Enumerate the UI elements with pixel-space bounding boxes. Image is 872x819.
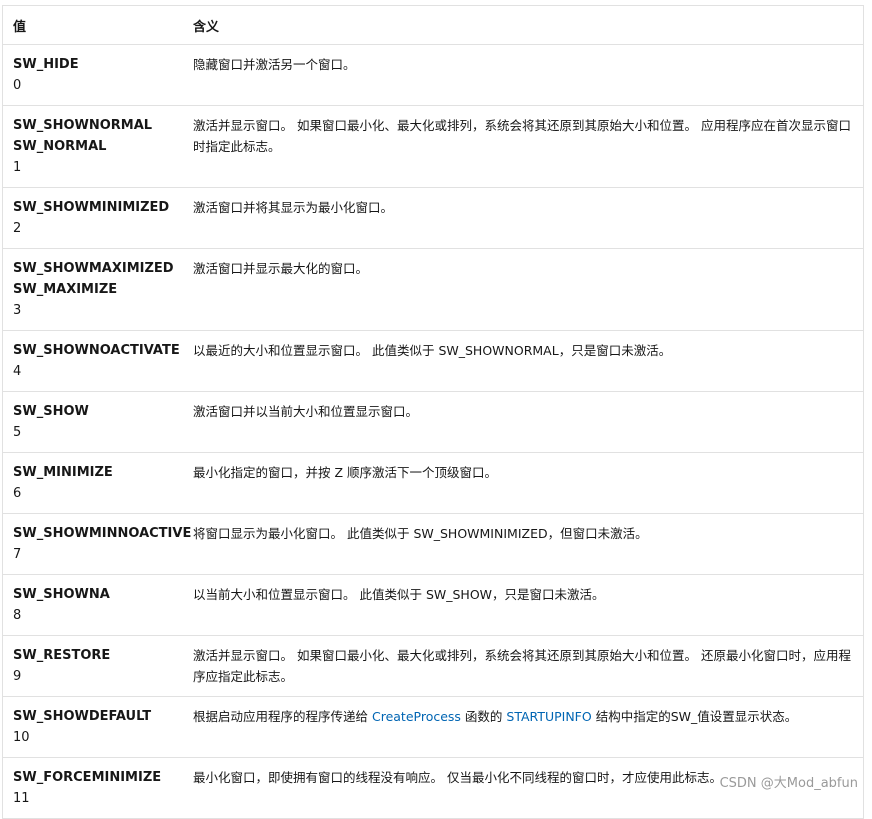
constant-name: SW_SHOWMAXIMIZED	[13, 260, 174, 276]
description-cell: 激活窗口并以当前大小和位置显示窗口。	[183, 391, 863, 453]
constant-value: 4	[13, 363, 22, 379]
constant-value: 2	[13, 220, 22, 236]
constant-name: SW_NORMAL	[13, 138, 107, 154]
constant-value: 0	[13, 77, 22, 93]
description-text: 以当前大小和位置显示窗口。 此值类似于 SW_SHOW，只是窗口未激活。	[193, 586, 605, 602]
table-row: SW_SHOWMAXIMIZED SW_MAXIMIZE 3 激活窗口并显示最大化的窗…	[3, 248, 863, 331]
constant-name: SW_SHOW	[13, 403, 89, 419]
description-cell: 激活窗口并显示最大化的窗口。	[183, 248, 863, 331]
description-text: 激活并显示窗口。 如果窗口最小化、最大化或排列，系统会将其还原到其原始大小和位置…	[193, 647, 851, 684]
constant-cell: SW_HIDE 0	[3, 44, 183, 106]
constant-value: 11	[13, 790, 30, 806]
table-row: SW_RESTORE 9 激活并显示窗口。 如果窗口最小化、最大化或排列，系统会将其…	[3, 635, 863, 697]
constant-cell: SW_SHOWDEFAULT 10	[3, 696, 183, 758]
table-row: SW_SHOWNORMAL SW_NORMAL 1 激活并显示窗口。 如果窗口最小化、…	[3, 105, 863, 188]
constant-name: SW_RESTORE	[13, 647, 111, 663]
column-header-meaning: 含义	[183, 6, 863, 45]
constant-name: SW_SHOWMINNOACTIVE	[13, 525, 192, 541]
constant-value: 1	[13, 159, 22, 175]
description-cell: 以当前大小和位置显示窗口。 此值类似于 SW_SHOW，只是窗口未激活。	[183, 574, 863, 636]
constant-cell: SW_MINIMIZE 6	[3, 452, 183, 514]
constant-value: 5	[13, 424, 22, 440]
constant-name: SW_MINIMIZE	[13, 464, 113, 480]
description-text: 结构中指定的SW_值设置显示状态。	[591, 708, 798, 724]
table-row: SW_SHOWNA 8 以当前大小和位置显示窗口。 此值类似于 SW_SHOW，只是…	[3, 574, 863, 636]
watermark: CSDN @大Mod_abfun	[719, 776, 858, 791]
description-text: 激活窗口并显示最大化的窗口。	[193, 260, 369, 276]
description-text: 最小化窗口，即使拥有窗口的线程没有响应。 仅当最小化不同线程的窗口时，才应使用此…	[193, 769, 722, 785]
description-cell: 激活并显示窗口。 如果窗口最小化、最大化或排列，系统会将其还原到其原始大小和位置…	[183, 105, 863, 188]
table-row: SW_MINIMIZE 6 最小化指定的窗口，并按 Z 顺序激活下一个顶级窗口。	[3, 452, 863, 514]
show-window-table: 值 含义 SW_HIDE 0 隐藏窗口并激活另一个窗口。 SW_SHOWNORMAL S…	[2, 5, 864, 819]
constant-cell: SW_RESTORE 9	[3, 635, 183, 697]
doc-link[interactable]: CreateProcess	[372, 709, 461, 724]
constant-value: 3	[13, 302, 22, 318]
table-row: SW_SHOWDEFAULT 10 根据启动应用程序的程序传递给 CreatePro…	[3, 696, 863, 758]
description-text: 最小化指定的窗口，并按 Z 顺序激活下一个顶级窗口。	[193, 464, 498, 480]
constant-cell: SW_FORCEMINIMIZE 11	[3, 757, 183, 818]
description-cell: 激活窗口并将其显示为最小化窗口。	[183, 187, 863, 249]
constant-value: 9	[13, 668, 22, 684]
description-cell: 根据启动应用程序的程序传递给 CreateProcess 函数的 STARTUP…	[183, 696, 863, 758]
description-cell: 激活并显示窗口。 如果窗口最小化、最大化或排列，系统会将其还原到其原始大小和位置…	[183, 635, 863, 697]
constant-name: SW_SHOWNORMAL	[13, 117, 153, 133]
description-text: 根据启动应用程序的程序传递给	[193, 708, 372, 724]
description-text: 激活窗口并以当前大小和位置显示窗口。	[193, 403, 419, 419]
table-row: SW_SHOW 5 激活窗口并以当前大小和位置显示窗口。	[3, 391, 863, 453]
constant-cell: SW_SHOWNA 8	[3, 574, 183, 636]
constant-name: SW_SHOWMINIMIZED	[13, 199, 170, 215]
description-text: 将窗口显示为最小化窗口。 此值类似于 SW_SHOWMINIMIZED，但窗口未…	[193, 525, 648, 541]
description-text: 函数的	[460, 708, 507, 724]
constant-name: SW_FORCEMINIMIZE	[13, 769, 162, 785]
description-text: 激活窗口并将其显示为最小化窗口。	[193, 199, 394, 215]
constant-value: 6	[13, 485, 22, 501]
column-header-value: 值	[3, 6, 183, 45]
values-table: 值 含义 SW_HIDE 0 隐藏窗口并激活另一个窗口。 SW_SHOWNORMAL S…	[3, 6, 863, 818]
constant-value: 8	[13, 607, 22, 623]
description-cell: 隐藏窗口并激活另一个窗口。	[183, 44, 863, 106]
doc-link[interactable]: STARTUPINFO	[506, 709, 591, 724]
constant-cell: SW_SHOWNORMAL SW_NORMAL 1	[3, 105, 183, 188]
table-body: SW_HIDE 0 隐藏窗口并激活另一个窗口。 SW_SHOWNORMAL SW_NOR…	[3, 44, 863, 818]
description-text: 以最近的大小和位置显示窗口。 此值类似于 SW_SHOWNORMAL，只是窗口未…	[193, 342, 672, 358]
constant-name: SW_HIDE	[13, 56, 79, 72]
constant-name: SW_MAXIMIZE	[13, 281, 118, 297]
constant-name: SW_SHOWNOACTIVATE	[13, 342, 180, 358]
constant-cell: SW_SHOW 5	[3, 391, 183, 453]
table-row: SW_SHOWNOACTIVATE 4 以最近的大小和位置显示窗口。 此值类似于 S…	[3, 330, 863, 392]
constant-cell: SW_SHOWNOACTIVATE 4	[3, 330, 183, 392]
description-cell: 最小化指定的窗口，并按 Z 顺序激活下一个顶级窗口。	[183, 452, 863, 514]
table-row: SW_HIDE 0 隐藏窗口并激活另一个窗口。	[3, 44, 863, 106]
description-text: 激活并显示窗口。 如果窗口最小化、最大化或排列，系统会将其还原到其原始大小和位置…	[193, 117, 851, 154]
description-text: 隐藏窗口并激活另一个窗口。	[193, 56, 356, 72]
table-header-row: 值 含义	[3, 6, 863, 45]
description-cell: 将窗口显示为最小化窗口。 此值类似于 SW_SHOWMINIMIZED，但窗口未…	[183, 513, 863, 575]
table-row: SW_SHOWMINNOACTIVE 7 将窗口显示为最小化窗口。 此值类似于 SW…	[3, 513, 863, 575]
constant-cell: SW_SHOWMAXIMIZED SW_MAXIMIZE 3	[3, 248, 183, 331]
description-cell: 以最近的大小和位置显示窗口。 此值类似于 SW_SHOWNORMAL，只是窗口未…	[183, 330, 863, 392]
constant-name: SW_SHOWNA	[13, 586, 110, 602]
table-row: SW_SHOWMINIMIZED 2 激活窗口并将其显示为最小化窗口。	[3, 187, 863, 249]
constant-name: SW_SHOWDEFAULT	[13, 708, 152, 724]
constant-value: 10	[13, 729, 30, 745]
constant-cell: SW_SHOWMINIMIZED 2	[3, 187, 183, 249]
constant-cell: SW_SHOWMINNOACTIVE 7	[3, 513, 192, 575]
constant-value: 7	[13, 546, 22, 562]
